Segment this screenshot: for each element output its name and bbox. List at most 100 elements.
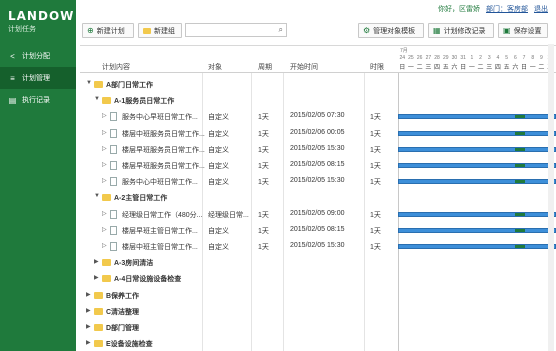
row-arrow-icon[interactable]: ▷	[102, 161, 107, 168]
group-row[interactable]: ▼ A-2主管日常工作	[80, 189, 556, 206]
table-row[interactable]: ▷ 楼层早班服务员日常工作... 自定义 1天 2015/02/05 15:30 1天	[80, 141, 556, 158]
gantt-bar[interactable]	[398, 146, 556, 152]
gantt-header: 7月 日 24 一 25 二 26 三 27 四 28 五 29 六 30 日 31 一 1 二 2 三 3 四 4 五 5 六 6 日…	[398, 46, 556, 73]
row-arrow-icon[interactable]: ▷	[102, 112, 107, 119]
gantt-date-label: 26	[416, 55, 423, 61]
group-row[interactable]: ▼ A部门日常工作	[80, 76, 556, 93]
cell-start: 2015/02/05 15:30	[290, 144, 345, 152]
table-row[interactable]: ▷ 楼层中班主管日常工作... 自定义 1天 2015/02/05 15:30 1天	[80, 238, 556, 255]
expand-toggle-icon[interactable]: ▶	[86, 291, 91, 298]
manage-templates-button[interactable]: ⚙ 管理对象模板	[358, 23, 424, 38]
header-limit[interactable]: 时限	[370, 62, 384, 72]
sidebar: LANDOW 计划任务 < 计划分配 ≡ 计划管理 ▤ 执行记录	[0, 0, 76, 351]
plan-changes-button[interactable]: ▦ 计划修改记录	[428, 23, 494, 38]
search-input[interactable]: ⌕	[185, 23, 287, 37]
document-icon	[110, 177, 117, 187]
vertical-scrollbar[interactable]	[548, 44, 554, 351]
row-label: D部门管理	[106, 325, 140, 332]
gantt-day-label: 一	[468, 65, 475, 71]
header-target[interactable]: 对象	[208, 62, 222, 72]
gantt-bar[interactable]	[398, 114, 556, 120]
expand-toggle-icon[interactable]: ▼	[94, 193, 100, 199]
new-plan-label: 新建计划	[96, 27, 125, 35]
cell-cycle: 1天	[258, 179, 269, 187]
gantt-bar[interactable]	[398, 244, 556, 249]
gantt-bar[interactable]	[398, 163, 556, 168]
table-row[interactable]: ▷ 经理级日常工作（480分... 经理级日常... 1天 2015/02/05 09:…	[80, 206, 556, 223]
row-label: C清洁整理	[106, 308, 140, 316]
expand-toggle-icon[interactable]: ▶	[86, 323, 91, 330]
row-arrow-icon[interactable]: ▷	[102, 210, 107, 217]
expand-toggle-icon[interactable]: ▶	[94, 258, 99, 265]
gantt-bar[interactable]	[398, 179, 556, 185]
top-bar: 你好，区雷娇 部门：客房部 退出	[76, 0, 556, 17]
new-group-button[interactable]: 新建组	[138, 23, 182, 38]
group-row[interactable]: ▼ A-1服务员日常工作	[80, 92, 556, 109]
gantt-day-label: 六	[512, 65, 519, 71]
row-label: A部门日常工作	[106, 82, 154, 89]
gantt-date-label: 31	[460, 55, 466, 61]
expand-toggle-icon[interactable]: ▼	[86, 80, 92, 86]
row-arrow-icon[interactable]: ▷	[102, 129, 107, 136]
cell-limit: 1天	[370, 211, 381, 219]
group-row[interactable]: ▶ A-3房间清洁	[80, 254, 556, 271]
sidebar-item-exec-records[interactable]: ▤ 执行记录	[0, 89, 76, 111]
gantt-date-label: 6	[513, 55, 517, 61]
gantt-day-label: 五	[442, 65, 449, 71]
cell-start: 2015/02/05 09:00	[290, 209, 345, 217]
cell-cycle: 1天	[258, 114, 269, 122]
group-row[interactable]: ▶ E设备设施检查	[80, 335, 556, 351]
table-row[interactable]: ▷ 楼层早班主管日常工作... 自定义 1天 2015/02/05 08:15 1天	[80, 222, 556, 239]
cell-cycle: 1天	[258, 146, 269, 154]
gantt-date-label: 29	[442, 55, 449, 61]
logout-link[interactable]: 退出	[534, 4, 548, 14]
new-plan-button[interactable]: ⊕ 新建计划	[82, 23, 134, 38]
sidebar-item-plan-assign[interactable]: < 计划分配	[0, 45, 76, 67]
history-icon: ▦	[433, 26, 441, 35]
save-settings-label: 保存设置	[513, 27, 542, 35]
expand-toggle-icon[interactable]: ▼	[94, 96, 100, 102]
table-row[interactable]: ▷ 楼层中班服务员日常工作... 自定义 1天 2015/02/06 00:05 1天	[80, 125, 556, 142]
header-cycle[interactable]: 周期	[258, 62, 272, 72]
toolbar: ⊕ 新建计划 新建组 ⌕ ⚙ 管理对象模板 ▦ 计划修改记录 ▣ 保存设置	[76, 21, 556, 41]
row-arrow-icon[interactable]: ▷	[102, 226, 107, 233]
row-label: B保养工作	[106, 292, 140, 300]
header-start[interactable]: 开始时间	[290, 62, 318, 72]
row-label: 楼层中班主管日常工作...	[122, 244, 198, 251]
group-row[interactable]: ▶ D部门管理	[80, 319, 556, 336]
row-arrow-icon[interactable]: ▷	[102, 177, 107, 184]
table-row[interactable]: ▷ 服务中心中班日常工作... 自定义 1天 2015/02/05 15:30 1天	[80, 173, 556, 190]
folder-icon	[94, 340, 103, 348]
expand-toggle-icon[interactable]: ▶	[86, 339, 91, 346]
table-row[interactable]: ▷ 服务中心早班日常工作... 自定义 1天 2015/02/05 07:30 1天	[80, 108, 556, 125]
row-arrow-icon[interactable]: ▷	[102, 145, 107, 152]
group-row[interactable]: ▶ A-4日常设施设备检查	[80, 270, 556, 287]
app-logo: LANDOW	[8, 9, 75, 23]
gantt-date-label: 30	[451, 55, 458, 61]
table-row[interactable]: ▷ 楼层早班服务员日常工作... 自定义 1天 2015/02/05 08:15 1天	[80, 157, 556, 174]
expand-toggle-icon[interactable]: ▶	[94, 274, 99, 281]
expand-toggle-icon[interactable]: ▶	[86, 307, 91, 314]
cell-target: 自定义	[208, 163, 229, 170]
cell-cycle: 1天	[258, 163, 269, 170]
plan-grid: 计划内容 对象 周期 开始时间 时限 7月 日 24 一 25 二 26 三 27 四 28 五 29…	[80, 45, 556, 351]
gantt-day-label: 三	[425, 65, 432, 71]
gantt-day-label: 三	[486, 65, 493, 71]
gantt-bar[interactable]	[398, 227, 556, 233]
row-arrow-icon[interactable]: ▷	[102, 242, 107, 249]
sidebar-item-plan-manage[interactable]: ≡ 计划管理	[0, 67, 76, 89]
header-content[interactable]: 计划内容	[102, 62, 130, 72]
group-row[interactable]: ▶ C清洁整理	[80, 303, 556, 320]
gantt-bar[interactable]	[398, 211, 556, 217]
cell-target: 经理级日常...	[208, 211, 249, 219]
cell-limit: 1天	[370, 163, 381, 170]
folder-icon	[143, 27, 151, 34]
list-icon: ≡	[10, 73, 15, 83]
group-row[interactable]: ▶ B保养工作	[80, 287, 556, 304]
row-label: 楼层早班服务员日常工作...	[122, 146, 205, 154]
gantt-bar[interactable]	[398, 130, 556, 136]
gantt-day-label: 二	[538, 65, 545, 71]
save-settings-button[interactable]: ▣ 保存设置	[498, 23, 548, 38]
dept-link[interactable]: 部门：客房部	[486, 4, 528, 14]
template-icon: ⚙	[363, 26, 371, 35]
